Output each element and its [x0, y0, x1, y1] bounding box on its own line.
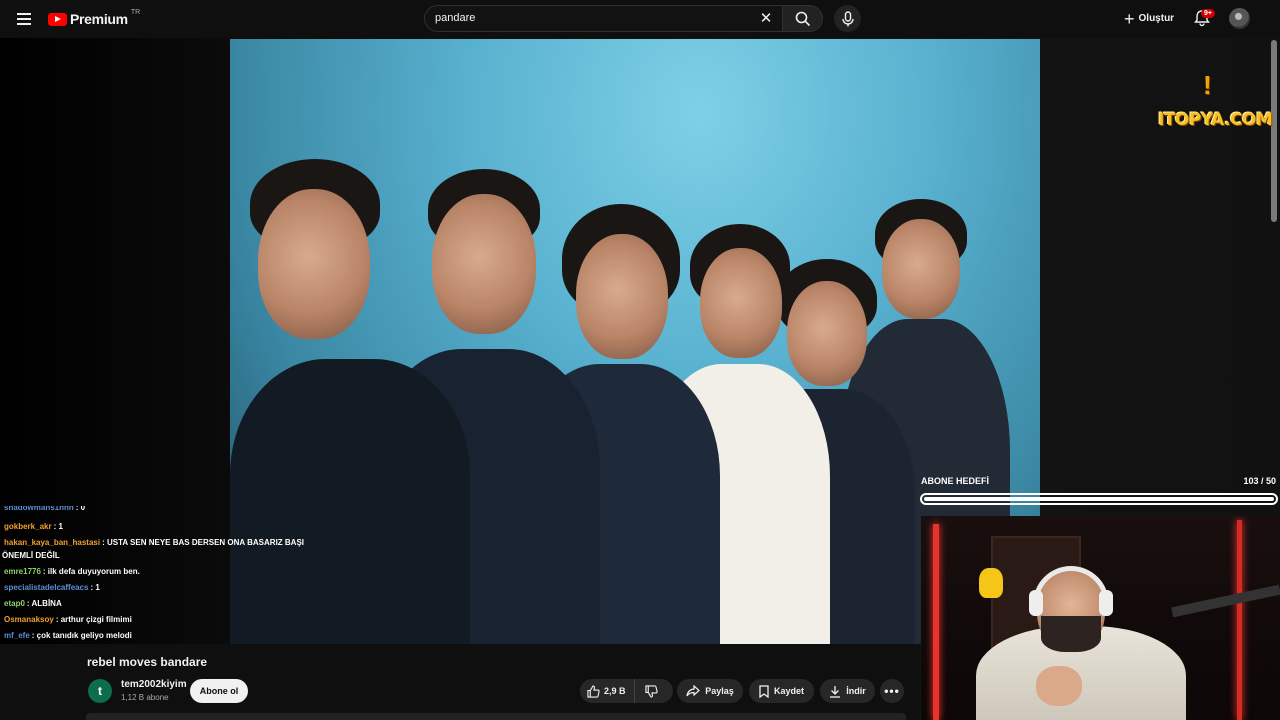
logo-text: Premium: [70, 11, 128, 27]
more-actions-button[interactable]: •••: [880, 679, 904, 703]
search-button[interactable]: [782, 5, 823, 32]
search-box[interactable]: pandare ✕: [424, 5, 782, 32]
chat-text: : 1: [53, 522, 63, 531]
thumbs-up-icon: [587, 684, 600, 698]
chat-message: emre1776: ilk defa duyuyorum ben.: [4, 567, 140, 576]
chat-text: : ilk defa duyuyorum ben.: [42, 567, 140, 576]
download-icon: [830, 685, 841, 698]
subscriber-goal-value: 103 / 50: [1243, 476, 1276, 486]
clear-search-icon[interactable]: ✕: [756, 9, 776, 29]
headphone-earcup: [1099, 590, 1113, 616]
microphone-arm: [1171, 584, 1280, 618]
search-input[interactable]: pandare: [435, 12, 475, 24]
chat-text: ÖNEMLİ DEĞİL: [2, 551, 60, 560]
chat-text: : ALBİNA: [26, 599, 62, 608]
alert-exclamation: !: [1203, 70, 1212, 100]
chat-message: etap0: ALBİNA: [4, 599, 62, 608]
save-label: Kaydet: [773, 686, 804, 696]
chat-username[interactable]: Osmanaksoy: [4, 615, 54, 624]
chat-message: gokberk_akr: 1: [4, 522, 63, 531]
chat-username[interactable]: shadowmans1hhh: [4, 506, 74, 512]
streamer-beard: [1041, 616, 1101, 652]
chat-username[interactable]: mf_efe: [4, 631, 30, 640]
create-label: Oluştur: [1138, 13, 1175, 24]
like-dislike-group: 2,9 B: [580, 679, 673, 703]
neon-light: [1237, 520, 1242, 720]
video-frame-band-photo[interactable]: [230, 39, 1040, 644]
subscribe-button[interactable]: Abone ol: [190, 679, 248, 703]
chat-message: Osmanaksoy: arthur çizgi filmimi: [4, 615, 132, 624]
youtube-premium-logo[interactable]: Premium TR: [48, 8, 141, 28]
subscriber-count: 1,12 B abone: [121, 693, 169, 702]
country-code: TR: [130, 8, 141, 16]
video-title: rebel moves bandare: [87, 655, 208, 669]
subscriber-goal-fill: [924, 497, 1274, 501]
chat-username[interactable]: hakan_kaya_ban_hastasi: [4, 538, 100, 547]
account-avatar[interactable]: [1229, 8, 1250, 29]
create-button[interactable]: + Oluştur: [1116, 6, 1182, 31]
chat-message: shadowmans1hhh: 0: [4, 506, 85, 512]
notification-badge: 9+: [1201, 9, 1215, 18]
chat-text: : 0: [75, 506, 86, 512]
chat-message: mf_efe: çok tanıdık geliyo melodi: [4, 631, 132, 640]
sponsor-logo: ITOPYA.COM: [1158, 110, 1273, 130]
chat-username[interactable]: emre1776: [4, 567, 41, 576]
subscriber-goal-label: ABONE HEDEFİ: [921, 476, 990, 486]
thumbs-down-icon: [645, 684, 658, 698]
chat-text: : arthur çizgi filmimi: [55, 615, 132, 624]
headphone-earcup: [1029, 590, 1043, 616]
streamer-hand: [1036, 666, 1082, 706]
subscriber-goal-bar: [920, 493, 1278, 505]
top-bar: Premium TR pandare ✕ + Oluştur 9+: [0, 0, 1280, 38]
download-button[interactable]: İndir: [820, 679, 875, 703]
like-count: 2,9 B: [604, 686, 626, 696]
streamer-webcam: [921, 516, 1280, 720]
chat-text: : USTA SEN NEYE BAS DERSEN ONA BASARIZ B…: [102, 538, 305, 547]
search-icon: [795, 11, 810, 26]
chat-message: specialistadelcaffeacs: 1: [4, 583, 100, 592]
neon-light: [933, 524, 939, 720]
chat-username[interactable]: gokberk_akr: [4, 522, 52, 531]
plus-icon: +: [1124, 8, 1135, 29]
chat-message: hakan_kaya_ban_hastasi: USTA SEN NEYE BA…: [4, 538, 304, 547]
share-button[interactable]: Paylaş: [677, 679, 743, 703]
channel-name[interactable]: tem2002kiyim: [121, 679, 187, 690]
chat-username[interactable]: specialistadelcaffeacs: [4, 583, 89, 592]
chat-message: ÖNEMLİ DEĞİL: [2, 551, 60, 560]
figurine: [979, 568, 1003, 598]
like-button[interactable]: 2,9 B: [580, 679, 635, 703]
dislike-button[interactable]: [635, 679, 669, 703]
page-scrollbar[interactable]: [1271, 40, 1277, 222]
share-icon: [686, 685, 701, 697]
save-button[interactable]: Kaydet: [749, 679, 814, 703]
youtube-play-icon: [48, 12, 67, 26]
voice-search-button[interactable]: [834, 5, 861, 32]
chat-text: : çok tanıdık geliyo melodi: [31, 631, 132, 640]
share-label: Paylaş: [705, 686, 734, 696]
download-label: İndir: [846, 686, 866, 696]
menu-icon[interactable]: [12, 8, 36, 30]
channel-avatar[interactable]: t: [88, 679, 112, 703]
microphone-icon: [841, 10, 854, 26]
chat-username[interactable]: etap0: [4, 599, 25, 608]
chat-text: : 1: [90, 583, 100, 592]
bookmark-icon: [759, 684, 769, 698]
comment-section-edge: [86, 713, 906, 720]
